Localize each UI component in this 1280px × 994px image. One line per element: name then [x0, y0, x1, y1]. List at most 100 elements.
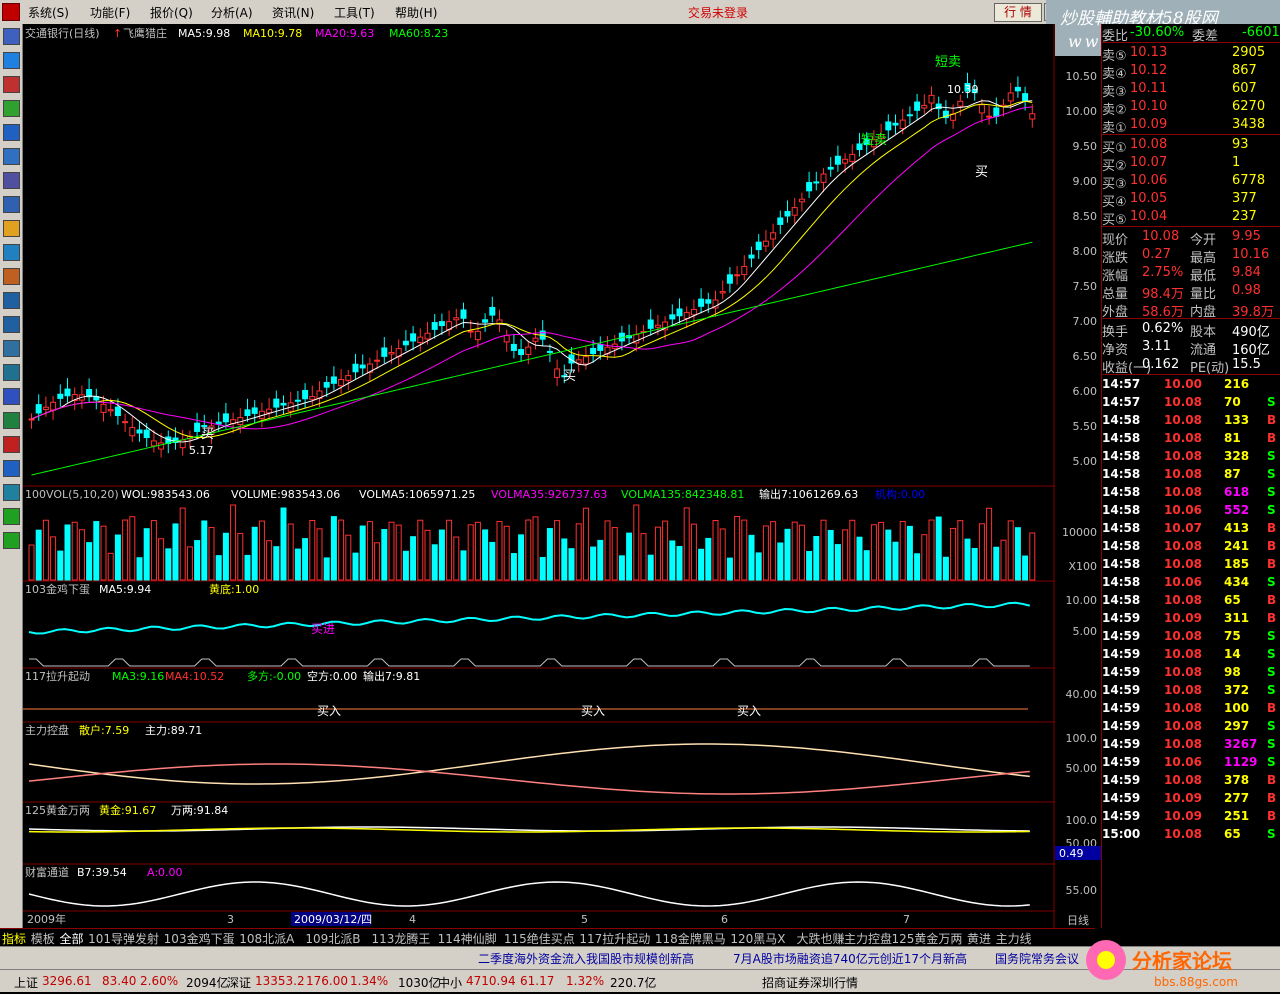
candle-body: [424, 332, 431, 340]
tick-row: 14:58 10.08 65 B: [1102, 592, 1280, 610]
tick-side: S: [1267, 575, 1276, 589]
news-item-3[interactable]: 国务院常务会议: [995, 950, 1079, 967]
news-item-1[interactable]: 二季度海外资金流入我国股市规模创新高: [478, 950, 694, 967]
menu-help[interactable]: 帮助(H): [395, 4, 437, 21]
list-icon[interactable]: [3, 148, 20, 165]
tick-row: 14:58 10.08 133 B: [1102, 412, 1280, 430]
tick-price: 10.08: [1164, 395, 1202, 409]
indicator-tab[interactable]: 125黄金万两: [891, 930, 962, 946]
rst-icon[interactable]: [3, 388, 20, 405]
volume-bar: [438, 529, 445, 581]
volume-bar: [906, 525, 913, 581]
indicator-tab[interactable]: 全部: [59, 930, 83, 946]
candle-body: [50, 401, 57, 411]
candle-body: [1029, 113, 1036, 120]
tick-volume: 297: [1224, 719, 1250, 733]
bars-icon[interactable]: [3, 124, 20, 141]
candle-body: [114, 406, 121, 417]
vol-name: 100VOL(5,10,20): [25, 488, 119, 501]
kline-icon[interactable]: [3, 100, 20, 117]
people-icon[interactable]: [3, 268, 20, 285]
export-icon[interactable]: [3, 484, 20, 501]
indicator-tab[interactable]: 103金鸡下蛋: [164, 930, 235, 946]
ask-price: 10.12: [1130, 63, 1168, 78]
volume-bar: [762, 525, 769, 581]
arrow-down-icon[interactable]: [3, 532, 20, 549]
table-icon[interactable]: [3, 172, 20, 189]
quote-icon[interactable]: [3, 52, 20, 69]
info-icon[interactable]: [3, 244, 20, 261]
menu-function[interactable]: 功能(F): [90, 4, 130, 21]
sz-pct: 1.34%: [350, 974, 389, 988]
find-icon[interactable]: [3, 316, 20, 333]
ask-volume: 2905: [1232, 45, 1266, 60]
tick-volume: 372: [1224, 683, 1250, 697]
tick-time: 14:58: [1102, 449, 1141, 463]
zx-amount: 220.7亿: [610, 976, 657, 990]
search-icon[interactable]: [3, 292, 20, 309]
menu-analysis[interactable]: 分析(A): [211, 4, 253, 21]
candle-body: [798, 198, 805, 203]
link-icon[interactable]: [3, 460, 20, 477]
tick-side: S: [1267, 755, 1276, 769]
volume-bar: [143, 528, 150, 581]
indicator-tab[interactable]: 指标: [2, 930, 26, 946]
menu-system[interactable]: 系统(S): [28, 4, 69, 21]
indicator-tab[interactable]: 主力控盘: [844, 930, 892, 946]
news-icon[interactable]: [3, 220, 20, 237]
chart-icon[interactable]: [3, 76, 20, 93]
calc-icon[interactable]: [3, 412, 20, 429]
menu-tools[interactable]: 工具(T): [334, 4, 375, 21]
candle-body: [215, 421, 222, 425]
indicator-tab[interactable]: 大跌也赚: [797, 930, 845, 946]
indicator-tab[interactable]: 115绝佳买点: [504, 930, 575, 946]
menu-quote[interactable]: 报价(Q): [150, 4, 193, 21]
indicator-tab[interactable]: 109北派B: [305, 930, 360, 946]
ma20-value: MA20:9.63: [315, 27, 374, 40]
candle-body: [597, 343, 604, 351]
chart-area[interactable]: 交通银行(日线) ↑ 飞鹰猎庄 MA5:9.98 MA10:9.78 MA20:…: [23, 24, 1055, 928]
volume-bar: [258, 520, 265, 581]
menu-news[interactable]: 资讯(N): [272, 4, 314, 21]
indicator-tab[interactable]: 113龙腾王: [372, 930, 431, 946]
indicator-tab[interactable]: 主力线: [996, 930, 1032, 946]
tick-side: S: [1267, 395, 1276, 409]
candle-body: [35, 404, 42, 414]
sh-label: 上证: [14, 976, 39, 990]
volume-bar: [878, 521, 885, 581]
etf-icon[interactable]: [3, 340, 20, 357]
indicator-tab[interactable]: 101导弹发射: [88, 930, 159, 946]
volume-bar: [35, 529, 42, 581]
indicator-tab[interactable]: 114神仙脚: [438, 930, 497, 946]
indicator-tab[interactable]: 118金牌黑马: [655, 930, 726, 946]
arrow-up-icon[interactable]: [3, 508, 20, 525]
tick-time: 14:59: [1102, 737, 1141, 751]
period-label[interactable]: 日线: [1055, 912, 1101, 928]
news-item-2[interactable]: 7月A股市场融资追740亿元创近17个月新高: [733, 950, 967, 967]
report-icon[interactable]: [3, 196, 20, 213]
indicator-tab[interactable]: 117拉升起动: [579, 930, 650, 946]
volume-bar: [316, 528, 323, 581]
candle-body: [510, 343, 517, 351]
candle-body: [554, 368, 561, 378]
volume-bar: [215, 555, 222, 581]
money-icon[interactable]: [3, 436, 20, 453]
indicator-tab[interactable]: 模板: [31, 930, 55, 946]
quote-panel: 委比 -30.60% 委差 -6601 卖⑤ 10.13 2905 卖④ 10.12 867 卖③ 1…: [1101, 24, 1280, 928]
tick-volume: 65: [1224, 827, 1241, 841]
ma10-value: MA10:9.78: [243, 27, 302, 40]
monitor-icon[interactable]: [3, 364, 20, 381]
candle-body: [518, 349, 525, 356]
buy-signal-3: 买: [201, 427, 214, 442]
indicator-tick: X100: [1068, 560, 1097, 573]
sh-pct: 2.60%: [140, 974, 179, 988]
market-button[interactable]: 行 情: [994, 3, 1042, 22]
tick-volume: 378: [1224, 773, 1250, 787]
home-icon[interactable]: [3, 28, 20, 45]
indicator-tab[interactable]: 120黑马X: [730, 930, 785, 946]
indicator-tab[interactable]: 黄进: [967, 930, 991, 946]
bid-volume: 6778: [1232, 173, 1266, 188]
indicator-tab[interactable]: 108北派A: [239, 930, 294, 946]
tick-row: 14:59 10.08 98 S: [1102, 664, 1280, 682]
ma5-value: MA5:9.98: [178, 27, 230, 40]
